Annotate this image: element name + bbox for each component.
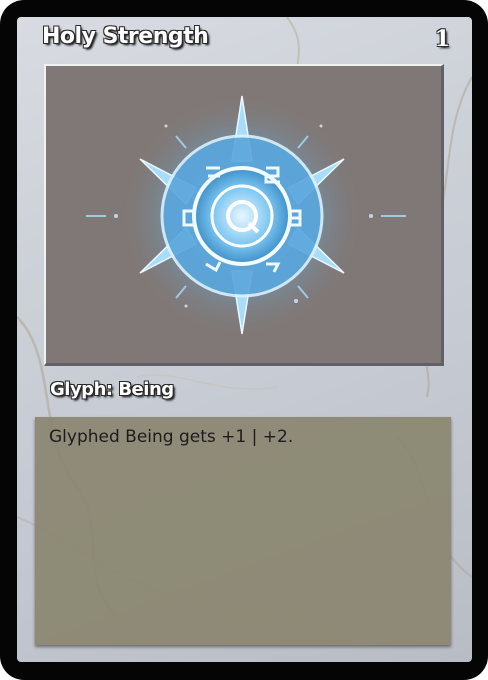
card-title: Holy Strength <box>42 24 209 49</box>
card-face: Holy Strength 1 Glyph: Being Glyphed Bei… <box>17 17 472 662</box>
rules-text-box: Glyphed Being gets +1 | +2. <box>35 417 451 645</box>
card[interactable]: Holy Strength 1 Glyph: Being Glyphed Bei… <box>0 0 488 680</box>
holy-glyph-sigil-icon <box>86 91 406 341</box>
mana-cost: 1 <box>434 26 450 52</box>
card-art <box>44 64 444 366</box>
type-line: Glyph: Being <box>50 379 174 400</box>
rules-text: Glyphed Being gets +1 | +2. <box>49 427 294 447</box>
